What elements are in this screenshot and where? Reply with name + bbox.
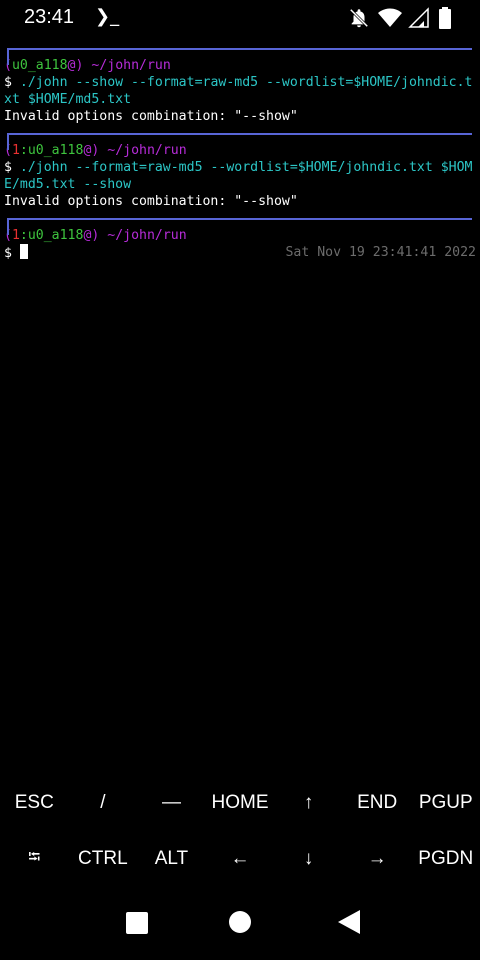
back-triangle-icon[interactable] bbox=[338, 910, 360, 934]
dash-key[interactable]: — bbox=[137, 775, 206, 831]
extra-keys-row-1: ESC / — HOME ↑ END PGUP bbox=[0, 775, 480, 831]
extra-keys-bar: ESC / — HOME ↑ END PGUP ⭾ CTRL ALT ← ↓ →… bbox=[0, 775, 480, 887]
signal-icon bbox=[408, 7, 430, 29]
home-circle-icon[interactable] bbox=[229, 911, 251, 933]
command-line-wrap: xt $HOME/md5.txt bbox=[4, 92, 132, 107]
command-line: $ ./john --format=raw-md5 --wordlist=$HO… bbox=[4, 160, 473, 175]
command-block: (1:u0_a118@) ~/john/run $ ./john --forma… bbox=[4, 125, 476, 210]
pgdn-key[interactable]: PGDN bbox=[411, 831, 480, 887]
active-prompt-line[interactable]: $ Sat Nov 19 23:41:41 2022 bbox=[4, 244, 476, 262]
arrow-up-key[interactable]: ↑ bbox=[274, 775, 343, 831]
recents-square-icon[interactable] bbox=[126, 912, 148, 934]
text-cursor bbox=[19, 244, 28, 259]
prompt-line: (1:u0_a118@) ~/john/run bbox=[4, 228, 187, 243]
prompt-line: (1:u0_a118@) ~/john/run bbox=[4, 143, 187, 158]
command-line-wrap: E/md5.txt --show bbox=[4, 177, 132, 192]
battery-icon bbox=[438, 7, 460, 29]
status-time: 23:41 bbox=[24, 6, 75, 28]
command-line: $ ./john --show --format=raw-md5 --wordl… bbox=[4, 75, 473, 90]
pgup-key[interactable]: PGUP bbox=[411, 775, 480, 831]
terminal-prompt-icon: ❯_ bbox=[95, 6, 120, 27]
command-block: (1:u0_a118@) ~/john/run $ Sat Nov 19 23:… bbox=[4, 210, 476, 262]
command-block: (u0_a118@) ~/john/run $ ./john --show --… bbox=[4, 40, 476, 125]
extra-keys-row-2: ⭾ CTRL ALT ← ↓ → PGDN bbox=[0, 831, 480, 887]
command-output: Invalid options combination: "--show" bbox=[4, 194, 298, 209]
arrow-right-key[interactable]: → bbox=[343, 831, 412, 887]
arrow-left-key[interactable]: ← bbox=[206, 831, 275, 887]
bell-off-icon bbox=[348, 7, 370, 29]
slash-key[interactable]: / bbox=[69, 775, 138, 831]
navigation-bar bbox=[0, 888, 480, 960]
esc-key[interactable]: ESC bbox=[0, 775, 69, 831]
terminal-output[interactable]: (u0_a118@) ~/john/run $ ./john --show --… bbox=[4, 40, 476, 780]
prompt-datestamp: Sat Nov 19 23:41:41 2022 bbox=[285, 245, 476, 260]
status-icons bbox=[348, 7, 460, 29]
arrow-down-key[interactable]: ↓ bbox=[274, 831, 343, 887]
end-key[interactable]: END bbox=[343, 775, 412, 831]
alt-key[interactable]: ALT bbox=[137, 831, 206, 887]
command-output: Invalid options combination: "--show" bbox=[4, 109, 298, 124]
wifi-icon bbox=[378, 7, 402, 29]
tab-key[interactable]: ⭾ bbox=[0, 831, 69, 887]
prompt-frame bbox=[4, 125, 476, 150]
home-key[interactable]: HOME bbox=[206, 775, 275, 831]
ctrl-key[interactable]: CTRL bbox=[69, 831, 138, 887]
status-bar: 23:41 ❯_ bbox=[0, 0, 480, 36]
prompt-line: (u0_a118@) ~/john/run bbox=[4, 58, 171, 73]
prompt-frame bbox=[4, 210, 476, 235]
prompt-frame bbox=[4, 40, 476, 65]
